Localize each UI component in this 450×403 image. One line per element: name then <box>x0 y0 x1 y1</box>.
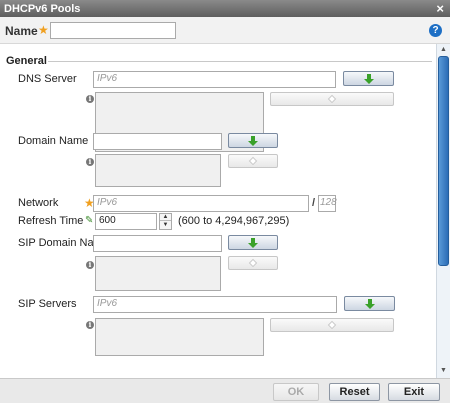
general-panel: General DNS Server IPv6 i Domain Name i … <box>0 44 436 378</box>
dialog-footer: OK Reset Exit <box>0 378 450 403</box>
sip-domain-name-input[interactable] <box>93 235 222 252</box>
domain-name-add-button[interactable] <box>228 133 278 148</box>
info-icon: i <box>86 261 94 269</box>
sip-servers-remove-button[interactable] <box>270 318 394 332</box>
exit-button[interactable]: Exit <box>388 383 440 401</box>
name-input[interactable] <box>50 22 176 39</box>
window-title: DHCPv6 Pools <box>4 3 81 15</box>
dns-server-remove-button[interactable] <box>270 92 394 106</box>
refresh-time-input[interactable]: 600 <box>95 213 157 230</box>
window-title-bar: DHCPv6 Pools × <box>0 0 450 17</box>
sip-domain-name-add-button[interactable] <box>228 235 278 250</box>
add-arrow-icon <box>248 238 258 248</box>
scroll-up-icon[interactable]: ▲ <box>439 46 448 55</box>
remove-icon <box>248 156 258 166</box>
refresh-time-value: 600 <box>99 215 116 226</box>
scroll-thumb[interactable] <box>438 56 449 266</box>
sip-servers-add-button[interactable] <box>344 296 395 311</box>
network-prefix-placeholder: 128 <box>320 197 337 208</box>
sip-servers-input[interactable]: IPv6 <box>93 296 337 313</box>
add-arrow-icon <box>248 136 258 146</box>
vertical-scrollbar[interactable]: ▲ ▼ <box>436 44 450 378</box>
sip-domain-name-list[interactable] <box>95 256 221 291</box>
sip-servers-placeholder: IPv6 <box>97 298 118 309</box>
reset-button[interactable]: Reset <box>329 383 380 401</box>
network-input[interactable]: IPv6 <box>93 195 309 212</box>
add-arrow-icon <box>363 74 374 84</box>
sip-domain-name-remove-button[interactable] <box>228 256 278 270</box>
refresh-time-range: (600 to 4,294,967,295) <box>178 215 290 227</box>
scroll-down-icon[interactable]: ▼ <box>439 367 448 376</box>
refresh-time-label: Refresh Time <box>18 215 84 227</box>
remove-icon <box>327 320 337 330</box>
remove-icon <box>327 94 337 104</box>
dns-server-input[interactable]: IPv6 <box>93 71 336 88</box>
sip-servers-label: SIP Servers <box>18 298 77 310</box>
network-placeholder: IPv6 <box>97 197 118 208</box>
domain-name-label: Domain Name <box>18 135 89 147</box>
domain-name-input[interactable] <box>93 133 222 150</box>
section-divider <box>48 61 432 62</box>
add-arrow-icon <box>364 299 375 309</box>
info-icon: i <box>86 321 94 329</box>
info-icon: i <box>86 158 94 166</box>
dns-server-placeholder: IPv6 <box>97 73 118 84</box>
domain-name-list[interactable] <box>95 154 221 187</box>
spinner-down-icon[interactable]: ▼ <box>160 222 171 229</box>
domain-name-remove-button[interactable] <box>228 154 278 168</box>
refresh-time-spinner[interactable]: ▲ ▼ <box>159 213 172 230</box>
name-label: Name <box>5 24 38 38</box>
name-bar: Name ★ ? <box>0 17 450 44</box>
info-icon: i <box>86 95 94 103</box>
pencil-icon: ✎ <box>85 215 94 226</box>
help-icon[interactable]: ? <box>429 24 442 37</box>
close-icon[interactable]: × <box>436 1 444 16</box>
spinner-up-icon[interactable]: ▲ <box>160 214 171 221</box>
network-prefix-input[interactable]: 128 <box>318 195 337 212</box>
required-star-icon: ★ <box>38 23 49 37</box>
dns-server-label: DNS Server <box>18 73 77 85</box>
ok-button[interactable]: OK <box>273 383 319 401</box>
dns-server-add-button[interactable] <box>343 71 394 86</box>
sip-servers-list[interactable] <box>95 318 264 356</box>
section-title: General <box>6 55 47 67</box>
remove-icon <box>248 258 258 268</box>
network-label: Network <box>18 197 59 209</box>
prefix-separator: / <box>312 197 316 209</box>
